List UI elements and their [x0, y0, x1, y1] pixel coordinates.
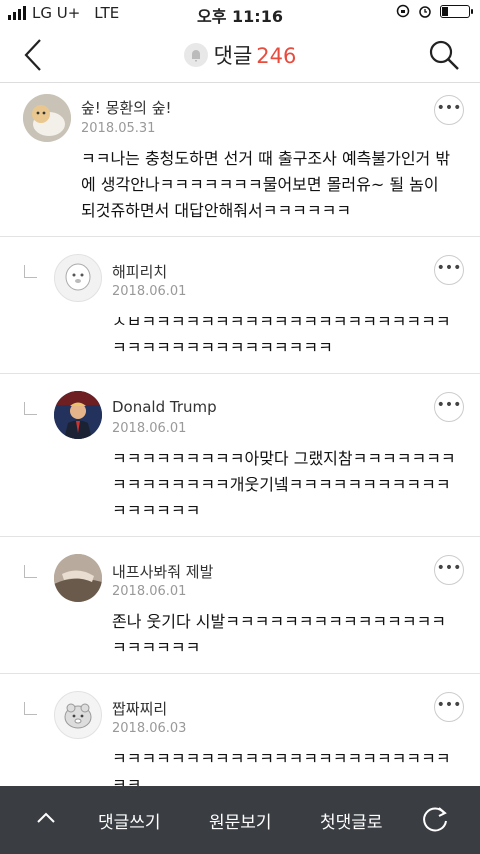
comment-author[interactable]: 숲! 몽환의 숲! — [81, 97, 172, 118]
more-horizontal-icon: ••• — [436, 697, 462, 713]
status-bar: LG U+ LTE 오후 11:16 — [0, 0, 480, 28]
refresh-button[interactable] — [420, 804, 450, 834]
comment-date: 2018.06.01 — [112, 584, 187, 599]
avatar — [54, 391, 102, 439]
comment-text: ㅋㅋㅋㅋㅋㅋㅋㅋㅋ아맞다 그랬지참ㅋㅋㅋㅋㅋㅋㅋㅋㅋㅋㅋㅋㅋㅋㅋ개웃기넼ㅋㅋㅋㅋ… — [112, 449, 456, 520]
header: 댓글 246 — [0, 28, 480, 83]
comment-text: ㅋㅋ나는 충청도하면 선거 때 출구조사 예측불가인거 밖에 생각안나ㅋㅋㅋㅋㅋ… — [81, 149, 451, 220]
page-title: 댓글 246 — [0, 40, 480, 70]
comment-author[interactable]: 내프사봐줘 제발 — [112, 561, 213, 582]
alarm-icon — [419, 6, 431, 18]
avatar — [23, 94, 71, 142]
comment-item: 내프사봐줘 제발 2018.06.01 ••• 존나 웃기다 시발ㅋㅋㅋㅋㅋㅋㅋ… — [0, 537, 480, 674]
comment-count: 246 — [256, 44, 297, 68]
comment-item: 해피리치 2018.06.01 ••• ㅅㅂㅋㅋㅋㅋㅋㅋㅋㅋㅋㅋㅋㅋㅋㅋㅋㅋㅋㅋ… — [0, 237, 480, 374]
first-comment-button[interactable]: 첫댓글로 — [320, 808, 383, 833]
comment-date: 2018.06.01 — [112, 421, 187, 436]
more-horizontal-icon: ••• — [436, 397, 462, 413]
comment-text: ㅋㅋㅋㅋㅋㅋㅋㅋㅋㅋㅋㅋㅋㅋㅋㅋㅋㅋㅋㅋㅋㅋㅋㅋㅋ — [112, 749, 451, 786]
comment-date: 2018.06.01 — [112, 284, 187, 299]
more-horizontal-icon: ••• — [436, 100, 462, 116]
comment-text: ㅅㅂㅋㅋㅋㅋㅋㅋㅋㅋㅋㅋㅋㅋㅋㅋㅋㅋㅋㅋㅋㅋㅋㅋㅋㅋㅋㅋㅋㅋㅋㅋㅋㅋㅋㅋㅋㅋ — [112, 312, 451, 357]
write-comment-button[interactable]: 댓글쓰기 — [98, 808, 161, 833]
reply-indicator-icon — [24, 402, 37, 415]
more-horizontal-icon: ••• — [436, 260, 462, 276]
title-label: 댓글 — [213, 44, 253, 68]
comment-author[interactable]: 짭짜찌리 — [112, 698, 167, 719]
comment-date: 2018.05.31 — [81, 121, 156, 136]
search-button[interactable] — [426, 36, 462, 74]
more-button[interactable]: ••• — [434, 392, 464, 422]
status-right — [396, 4, 473, 18]
more-button[interactable]: ••• — [434, 692, 464, 722]
bell-icon — [183, 43, 208, 67]
comment-author[interactable]: 해피리치 — [112, 261, 167, 282]
reply-indicator-icon — [24, 265, 37, 278]
comment-author[interactable]: Donald Trump — [112, 398, 217, 416]
comment-date: 2018.06.03 — [112, 721, 187, 736]
more-button[interactable]: ••• — [434, 255, 464, 285]
comment-item: Donald Trump 2018.06.01 ••• ㅋㅋㅋㅋㅋㅋㅋㅋㅋ아맞다… — [0, 374, 480, 537]
avatar — [54, 554, 102, 602]
comment-item: 숲! 몽환의 숲! 2018.05.31 ••• ㅋㅋ나는 충청도하면 선거 때… — [0, 83, 480, 237]
avatar — [54, 254, 102, 302]
search-icon — [429, 40, 459, 70]
view-original-button[interactable]: 원문보기 — [209, 808, 272, 833]
rotation-lock-icon — [396, 4, 410, 18]
comment-item: 짭짜찌리 2018.06.03 ••• ㅋㅋㅋㅋㅋㅋㅋㅋㅋㅋㅋㅋㅋㅋㅋㅋㅋㅋㅋㅋ… — [0, 674, 480, 786]
reply-indicator-icon — [24, 565, 37, 578]
more-horizontal-icon: ••• — [436, 560, 462, 576]
avatar — [54, 691, 102, 739]
chevron-up-icon — [37, 812, 55, 823]
scroll-top-button[interactable] — [34, 806, 58, 830]
more-button[interactable]: ••• — [434, 95, 464, 125]
comment-list[interactable]: 숲! 몽환의 숲! 2018.05.31 ••• ㅋㅋ나는 충청도하면 선거 때… — [0, 83, 480, 786]
bottom-toolbar: 댓글쓰기 원문보기 첫댓글로 — [0, 786, 480, 854]
reply-indicator-icon — [24, 702, 37, 715]
battery-icon — [440, 4, 473, 18]
comment-text: 존나 웃기다 시발ㅋㅋㅋㅋㅋㅋㅋㅋㅋㅋㅋㅋㅋㅋㅋㅋㅋㅋㅋㅋㅋ — [112, 612, 447, 657]
more-button[interactable]: ••• — [434, 555, 464, 585]
refresh-icon — [423, 807, 447, 832]
